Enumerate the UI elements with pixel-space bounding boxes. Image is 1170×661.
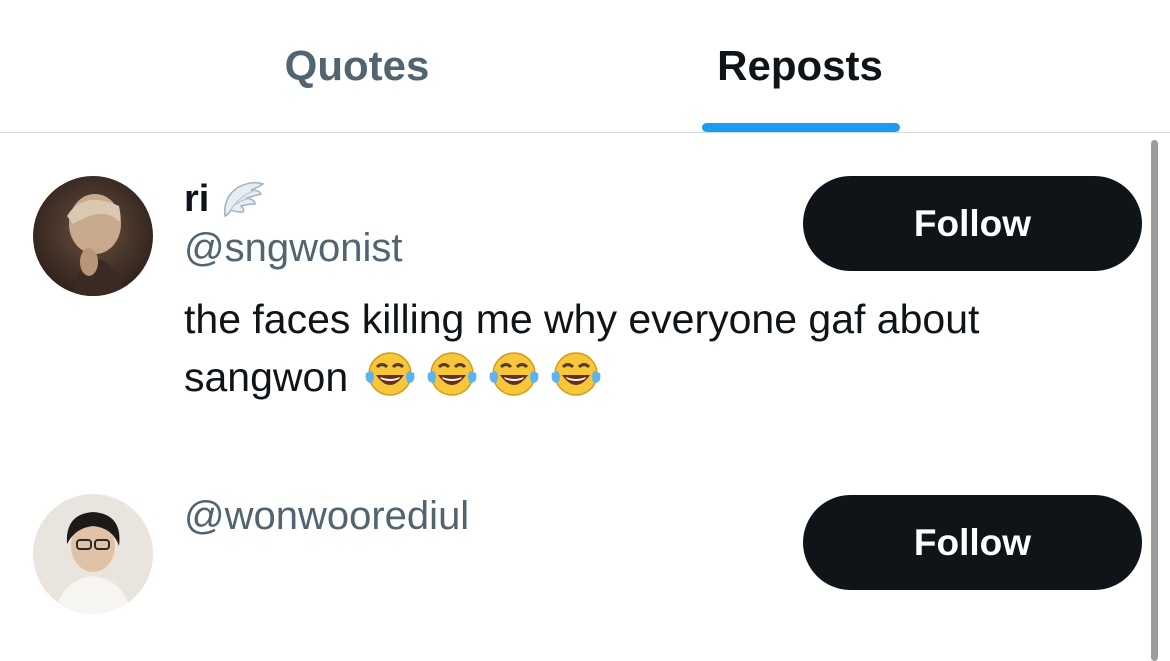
tab-quotes[interactable]: Quotes (212, 0, 502, 132)
active-tab-indicator (702, 123, 900, 132)
handle[interactable]: @wonwoorediul (184, 494, 469, 539)
tab-reposts[interactable]: Reposts (655, 0, 945, 132)
avatar[interactable] (33, 494, 153, 614)
laughing-tears-icon (486, 349, 542, 399)
follow-button[interactable]: Follow (803, 176, 1142, 271)
avatar[interactable] (33, 176, 153, 296)
bio: the faces killing me why everyone gaf ab… (184, 290, 1084, 406)
laughing-tears-icon (548, 349, 604, 399)
follow-button[interactable]: Follow (803, 495, 1142, 590)
tab-bar: Quotes Reposts (0, 0, 1170, 133)
wing-icon (221, 180, 266, 220)
laughing-tears-icon (424, 349, 480, 399)
laughing-tears-icon (362, 349, 418, 399)
handle[interactable]: @sngwonist (184, 226, 402, 271)
display-name[interactable]: ri (184, 178, 209, 221)
bio-emojis (362, 349, 604, 399)
name-line: ri (184, 178, 266, 221)
scrollbar[interactable] (1151, 140, 1158, 661)
